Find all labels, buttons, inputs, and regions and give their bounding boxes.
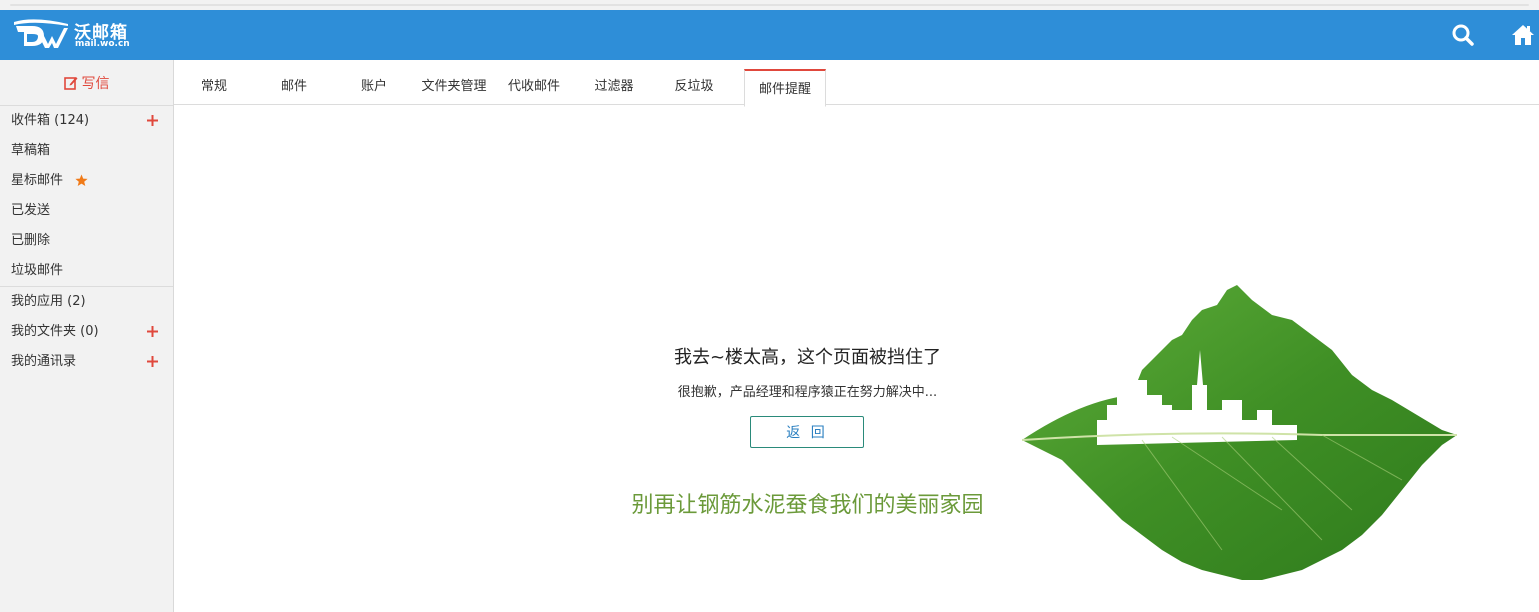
edit-icon bbox=[63, 76, 77, 90]
back-button[interactable]: 返 回 bbox=[750, 416, 864, 448]
sidebar-item-label: 草稿箱 bbox=[11, 143, 51, 158]
leaf-city-illustration bbox=[1022, 285, 1457, 580]
tab-filter[interactable]: 过滤器 bbox=[584, 70, 644, 104]
sidebar-item-contacts[interactable]: 我的通讯录 bbox=[0, 347, 173, 377]
tab-general[interactable]: 常规 bbox=[194, 70, 234, 104]
search-icon[interactable] bbox=[1450, 22, 1476, 48]
sidebar-item-my-apps[interactable]: 我的应用 (2) bbox=[0, 287, 173, 317]
sidebar-item-label: 收件箱 (124) bbox=[11, 113, 90, 128]
sidebar-item-sent[interactable]: 已发送 bbox=[0, 196, 173, 226]
sidebar-item-my-folders[interactable]: 我的文件夹 (0) bbox=[0, 317, 173, 347]
tab-mail-reminder[interactable]: 邮件提醒 bbox=[744, 69, 826, 107]
sidebar-item-label: 星标邮件 bbox=[11, 173, 64, 188]
sidebar-item-label: 我的应用 (2) bbox=[11, 294, 86, 309]
home-icon[interactable] bbox=[1510, 22, 1536, 48]
logo-icon bbox=[14, 19, 68, 48]
logo-subtext: mail.wo.cn bbox=[75, 39, 130, 49]
tab-account[interactable]: 账户 bbox=[354, 70, 394, 104]
logo[interactable]: 沃邮箱 mail.wo.cn bbox=[14, 16, 144, 54]
settings-tabs: 常规 邮件 账户 文件夹管理 代收邮件 过滤器 反垃圾 邮件提醒 bbox=[174, 60, 1539, 107]
star-icon bbox=[75, 174, 88, 186]
tab-folder-management[interactable]: 文件夹管理 bbox=[414, 70, 494, 104]
sidebar-item-inbox[interactable]: 收件箱 (124) bbox=[0, 106, 173, 136]
sidebar-item-label: 垃圾邮件 bbox=[11, 263, 64, 278]
sidebar: 写信 收件箱 (124) 草稿箱 星标邮件 已发送 已删除 垃圾邮件 我的应用 … bbox=[0, 60, 174, 612]
divider bbox=[10, 4, 1529, 6]
sidebar-item-deleted[interactable]: 已删除 bbox=[0, 226, 173, 256]
sidebar-item-label: 已删除 bbox=[11, 233, 51, 248]
add-icon[interactable] bbox=[146, 325, 159, 338]
sidebar-item-spam[interactable]: 垃圾邮件 bbox=[0, 256, 173, 286]
add-icon[interactable] bbox=[146, 114, 159, 127]
add-icon[interactable] bbox=[146, 355, 159, 368]
compose-label: 写信 bbox=[81, 75, 110, 92]
tab-mail-collection[interactable]: 代收邮件 bbox=[499, 70, 569, 104]
sidebar-item-label: 我的通讯录 bbox=[11, 354, 77, 369]
sidebar-item-label: 已发送 bbox=[11, 203, 51, 218]
browser-top-strip bbox=[0, 0, 1539, 10]
folder-list: 收件箱 (124) 草稿箱 星标邮件 已发送 已删除 垃圾邮件 我的应用 (2)… bbox=[0, 106, 173, 377]
error-content: 我去~楼太高，这个页面被挡住了 很抱歉，产品经理和程序猿正在努力解决中... 返… bbox=[174, 105, 1539, 612]
compose-button[interactable]: 写信 bbox=[0, 60, 173, 106]
sidebar-item-starred[interactable]: 星标邮件 bbox=[0, 166, 173, 196]
sidebar-item-label: 我的文件夹 (0) bbox=[11, 324, 99, 339]
tab-anti-spam[interactable]: 反垃圾 bbox=[664, 70, 724, 104]
sidebar-item-drafts[interactable]: 草稿箱 bbox=[0, 136, 173, 166]
tab-mail[interactable]: 邮件 bbox=[274, 70, 314, 104]
app-header: 沃邮箱 mail.wo.cn bbox=[0, 10, 1539, 60]
